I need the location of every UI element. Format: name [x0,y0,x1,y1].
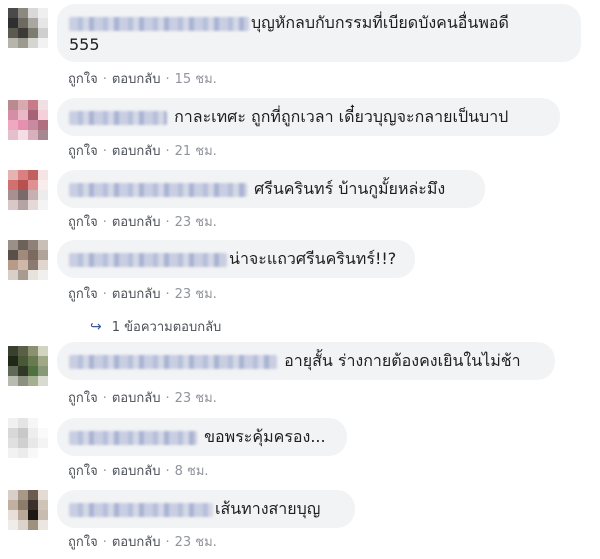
comment-text: กาละเทศะ ถูกที่ถูกเวลา เดี๋ยวบุญจะกลายเป… [174,107,509,126]
reply-link[interactable]: ตอบกลับ [112,287,161,302]
comment-text: ศรีนครินทร์ บ้านกูมั้ยหล่ะมึง [254,179,446,198]
timestamp[interactable]: 21 ชม. [175,144,217,159]
like-link[interactable]: ถูกใจ [68,72,98,87]
view-replies-link[interactable]: ↪ 1 ข้อความตอบกลับ [90,316,221,337]
avatar[interactable] [8,170,48,210]
timestamp[interactable]: 15 ชม. [175,72,217,87]
reply-link[interactable]: ตอบกลับ [112,72,161,87]
like-link[interactable]: ถูกใจ [68,215,98,230]
comment-bubble: น่าจะแถวศรีนครินทร์!!? [57,240,415,278]
comment-text: เส้นทางสายบุญ [215,499,321,518]
comment-bubble: กาละเทศะ ถูกที่ถูกเวลา เดี๋ยวบุญจะกลายเป… [57,98,560,136]
reply-link[interactable]: ตอบกลับ [112,391,161,406]
reply-arrow-icon: ↪ [90,319,102,335]
like-link[interactable]: ถูกใจ [68,287,98,302]
comment-bubble: บุญหักลบกับกรรมที่เบียดบังคนอื่นพอดี 555 [57,4,581,62]
avatar[interactable] [8,100,48,140]
avatar[interactable] [8,418,48,458]
comment-meta: ถูกใจ · ตอบกลับ · 23 ชม. [68,215,217,230]
comment-meta: ถูกใจ · ตอบกลับ · 23 ชม. [68,287,217,302]
author-name[interactable] [69,354,277,369]
comment-bubble: ศรีนครินทร์ บ้านกูมั้ยหล่ะมึง [57,170,485,208]
comment-text: อายุสั้น ร่างกายต้องคงเยินในไม่ช้า [284,351,521,370]
comment-bubble: ขอพระคุ้มครอง... [57,418,347,456]
avatar[interactable] [8,346,48,386]
avatar[interactable] [8,490,48,530]
author-name[interactable] [69,502,213,517]
comment-meta: ถูกใจ · ตอบกลับ · 21 ชม. [68,144,217,159]
comment-meta: ถูกใจ · ตอบกลับ · 15 ชม. [68,72,217,87]
view-replies-label: 1 ข้อความตอบกลับ [111,320,222,335]
author-name[interactable] [69,182,247,197]
like-link[interactable]: ถูกใจ [68,144,98,159]
timestamp[interactable]: 23 ชม. [175,215,217,230]
like-link[interactable]: ถูกใจ [68,464,98,479]
timestamp[interactable]: 8 ชม. [175,464,209,479]
comment-text-line2: 555 [69,35,100,54]
author-name[interactable] [69,252,227,267]
avatar[interactable] [8,240,48,280]
author-name[interactable] [69,16,249,31]
comment-text: บุญหักลบกับกรรมที่เบียดบังคนอื่นพอดี [251,13,509,32]
comment-meta: ถูกใจ · ตอบกลับ · 23 ชม. [68,391,217,406]
like-link[interactable]: ถูกใจ [68,391,98,406]
timestamp[interactable]: 23 ชม. [175,535,217,550]
like-link[interactable]: ถูกใจ [68,535,98,550]
comment-text: ขอพระคุ้มครอง... [204,427,326,446]
reply-link[interactable]: ตอบกลับ [112,535,161,550]
timestamp[interactable]: 23 ชม. [175,287,217,302]
reply-link[interactable]: ตอบกลับ [112,464,161,479]
comment-meta: ถูกใจ · ตอบกลับ · 23 ชม. [68,535,217,550]
reply-link[interactable]: ตอบกลับ [112,215,161,230]
comment-text: น่าจะแถวศรีนครินทร์!!? [229,249,397,268]
comment-meta: ถูกใจ · ตอบกลับ · 8 ชม. [68,464,209,479]
avatar[interactable] [8,8,48,48]
timestamp[interactable]: 23 ชม. [175,391,217,406]
author-name[interactable] [69,110,167,125]
comment-bubble: เส้นทางสายบุญ [57,490,355,528]
reply-link[interactable]: ตอบกลับ [112,144,161,159]
comment-bubble: อายุสั้น ร่างกายต้องคงเยินในไม่ช้า [57,342,555,380]
author-name[interactable] [69,430,197,445]
